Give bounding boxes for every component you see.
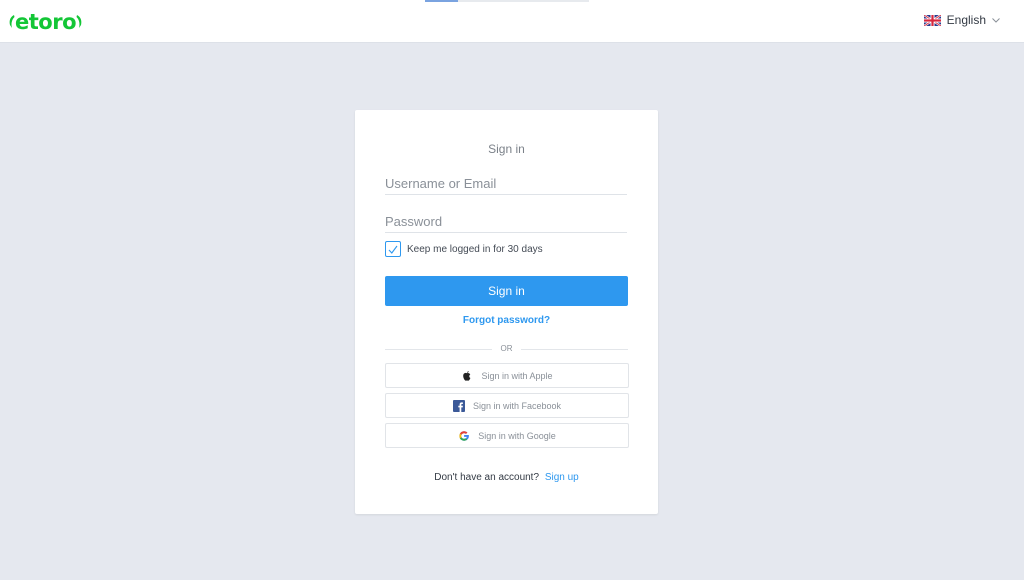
remember-me-label: Keep me logged in for 30 days bbox=[407, 243, 543, 255]
loading-progress-fill bbox=[425, 0, 458, 2]
sign-in-button[interactable]: Sign in bbox=[385, 276, 628, 306]
or-divider: OR bbox=[385, 343, 628, 355]
uk-flag-icon bbox=[923, 14, 941, 26]
divider-line-right bbox=[521, 349, 628, 350]
apple-button-label: Sign in with Apple bbox=[481, 370, 553, 381]
facebook-icon bbox=[452, 399, 465, 412]
remember-me-row[interactable]: Keep me logged in for 30 days bbox=[385, 241, 543, 257]
etoro-logo[interactable]: etoro bbox=[8, 9, 83, 35]
loading-progress-bar bbox=[425, 0, 589, 2]
logo-right-horn-icon bbox=[76, 15, 82, 28]
language-label: English bbox=[946, 13, 986, 27]
username-input[interactable] bbox=[385, 172, 627, 195]
checkmark-icon bbox=[388, 245, 398, 254]
signup-row: Don't have an account? Sign up bbox=[355, 472, 658, 483]
logo-text: etoro bbox=[15, 9, 77, 34]
google-button-label: Sign in with Google bbox=[478, 430, 556, 441]
language-selector[interactable]: English bbox=[923, 13, 1000, 27]
google-icon bbox=[459, 430, 470, 441]
remember-me-checkbox[interactable] bbox=[385, 241, 401, 257]
sign-in-card: Sign in Keep me logged in for 30 days Si… bbox=[355, 110, 658, 514]
sign-in-with-apple-button[interactable]: Sign in with Apple bbox=[385, 363, 629, 388]
card-title: Sign in bbox=[488, 142, 525, 156]
apple-icon bbox=[463, 370, 471, 381]
forgot-password-link[interactable]: Forgot password? bbox=[355, 315, 658, 326]
sign-in-with-facebook-button[interactable]: Sign in with Facebook bbox=[385, 393, 629, 418]
logo-left-horn-icon bbox=[9, 15, 15, 28]
signup-prompt: Don't have an account? bbox=[434, 472, 540, 483]
facebook-button-label: Sign in with Facebook bbox=[472, 400, 562, 411]
password-input[interactable] bbox=[385, 210, 627, 233]
top-bar: etoro English bbox=[0, 0, 1024, 43]
sign-in-with-google-button[interactable]: Sign in with Google bbox=[385, 423, 629, 448]
sign-up-link[interactable]: Sign up bbox=[545, 472, 579, 483]
chevron-down-icon bbox=[992, 17, 1000, 23]
